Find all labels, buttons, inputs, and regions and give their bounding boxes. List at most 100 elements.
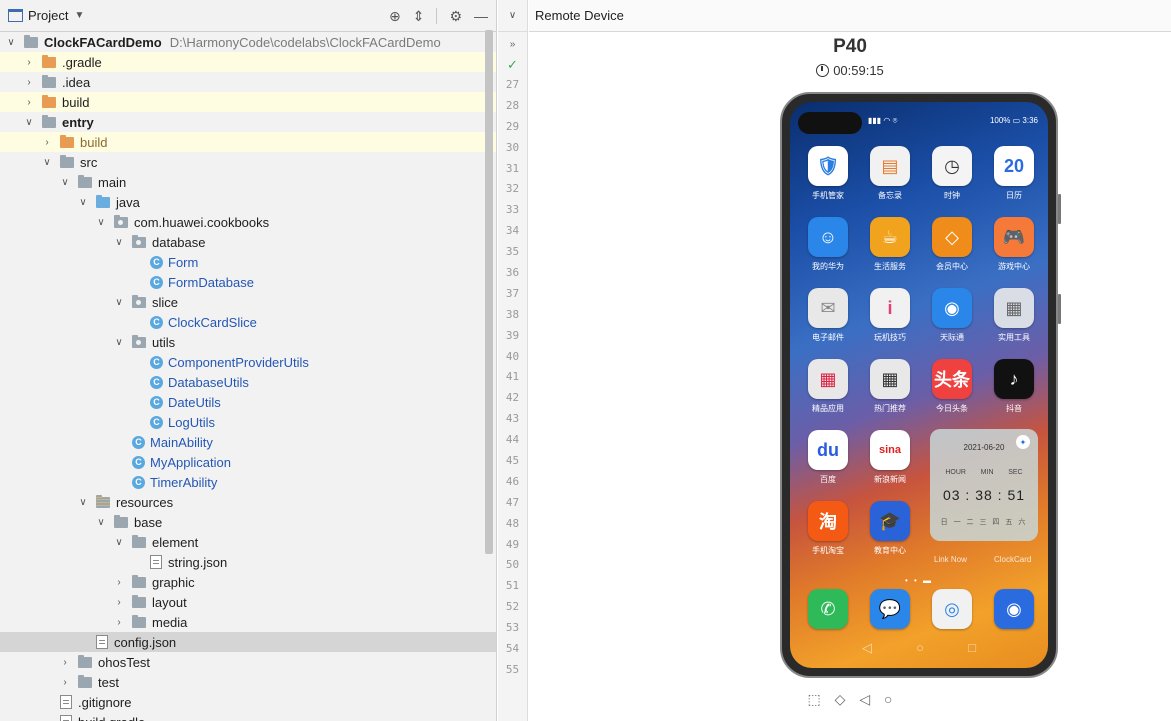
- screenshot-icon[interactable]: ⬚: [808, 691, 821, 707]
- tree-row[interactable]: › build: [0, 92, 496, 112]
- scrollbar[interactable]: [485, 30, 493, 554]
- app-icon[interactable]: du 百度: [804, 430, 852, 485]
- app-icon[interactable]: ♪ 抖音: [990, 359, 1038, 414]
- dock-app-icon[interactable]: ◉: [990, 589, 1038, 629]
- chevron-down-icon[interactable]: ∨: [94, 217, 108, 228]
- tree-row[interactable]: › test: [0, 672, 496, 692]
- app-icon[interactable]: ▦ 精品应用: [804, 359, 852, 414]
- tree-row[interactable]: ∨ utils: [0, 332, 496, 352]
- app-icon[interactable]: 🎓 教育中心: [866, 501, 914, 556]
- tree-label: media: [152, 614, 188, 630]
- remote-device-header: Remote Device: [529, 0, 1171, 32]
- app-icon[interactable]: 淘手机淘宝: [804, 501, 852, 556]
- tree-row[interactable]: config.json: [0, 632, 496, 652]
- tree-row[interactable]: ∨ src: [0, 152, 496, 172]
- chevron-down-icon[interactable]: ∨: [4, 37, 18, 48]
- tree-row[interactable]: ∨ database: [0, 232, 496, 252]
- tree-row[interactable]: ∨ slice: [0, 292, 496, 312]
- tree-row[interactable]: › build: [0, 132, 496, 152]
- tree-row[interactable]: C TimerAbility: [0, 472, 496, 492]
- back-icon[interactable]: ◁: [862, 640, 872, 656]
- tree-row[interactable]: ∨ ClockFACardDemo D:\HarmonyCode\codelabs\…: [0, 32, 496, 52]
- chevron-down-icon[interactable]: ∨: [22, 117, 36, 128]
- tree-row[interactable]: C LogUtils: [0, 412, 496, 432]
- tree-row[interactable]: C MyApplication: [0, 452, 496, 472]
- tree-row[interactable]: › .idea: [0, 72, 496, 92]
- app-icon[interactable]: ☺ 我的华为: [804, 217, 852, 272]
- home-icon[interactable]: ○: [884, 691, 892, 707]
- tree-row[interactable]: C DateUtils: [0, 392, 496, 412]
- tree-row[interactable]: C DatabaseUtils: [0, 372, 496, 392]
- recents-icon[interactable]: □: [968, 640, 976, 656]
- tree-row[interactable]: C Form: [0, 252, 496, 272]
- chevron-down-icon[interactable]: ∨: [76, 497, 90, 508]
- home-icon[interactable]: ○: [916, 640, 924, 656]
- tree-row[interactable]: C FormDatabase: [0, 272, 496, 292]
- tree-row[interactable]: ∨ resources: [0, 492, 496, 512]
- chevron-down-icon[interactable]: ∨: [40, 157, 54, 168]
- locate-icon[interactable]: ⊕: [389, 8, 401, 25]
- tree-row[interactable]: C MainAbility: [0, 432, 496, 452]
- tree-row[interactable]: › .gradle: [0, 52, 496, 72]
- gear-icon[interactable]: ⚙: [449, 8, 462, 25]
- app-icon[interactable]: i 玩机技巧: [866, 288, 914, 343]
- tree-row[interactable]: › layout: [0, 592, 496, 612]
- dock-app-icon[interactable]: 💬: [866, 589, 914, 629]
- chevron-right-icon[interactable]: ›: [112, 597, 126, 608]
- app-icon[interactable]: sina 新浪新闻: [866, 430, 914, 485]
- chevron-right-icon[interactable]: ›: [58, 677, 72, 688]
- chevron-right-icon[interactable]: ›: [58, 657, 72, 668]
- chevron-right-icon[interactable]: ›: [22, 57, 36, 68]
- chevron-down-icon[interactable]: ∨: [112, 537, 126, 548]
- chevron-down-icon[interactable]: ∨: [498, 0, 527, 32]
- app-icon[interactable]: ◉ 天际通: [928, 288, 976, 343]
- chevron-right-icon[interactable]: ›: [112, 617, 126, 628]
- tree-row[interactable]: › media: [0, 612, 496, 632]
- chevron-down-icon[interactable]: ∨: [76, 197, 90, 208]
- app-icon[interactable]: ▦ 实用工具: [990, 288, 1038, 343]
- collapse-icon[interactable]: ⇕: [413, 8, 425, 25]
- app-icon[interactable]: ☕ 生活服务: [866, 217, 914, 272]
- app-icon[interactable]: 🛡 手机管家: [804, 146, 852, 201]
- tree-row[interactable]: C ClockCardSlice: [0, 312, 496, 332]
- tree-row[interactable]: ∨ entry: [0, 112, 496, 132]
- tree-row[interactable]: ∨ main: [0, 172, 496, 192]
- tree-row[interactable]: C ComponentProviderUtils: [0, 352, 496, 372]
- rotate-icon[interactable]: ◇: [835, 691, 846, 707]
- app-icon[interactable]: 20 日历: [990, 146, 1038, 201]
- app-icon[interactable]: 🎮 游戏中心: [990, 217, 1038, 272]
- expand-icon[interactable]: »: [498, 32, 527, 57]
- minimize-icon[interactable]: —: [474, 8, 488, 24]
- app-icon[interactable]: 头条 今日头条: [928, 359, 976, 414]
- tree-row[interactable]: string.json: [0, 552, 496, 572]
- tree-row[interactable]: ∨ java: [0, 192, 496, 212]
- app-icon[interactable]: ◇ 会员中心: [928, 217, 976, 272]
- chevron-down-icon[interactable]: ∨: [58, 177, 72, 188]
- app-icon[interactable]: ▦ 热门推荐: [866, 359, 914, 414]
- app-icon[interactable]: ◷ 时钟: [928, 146, 976, 201]
- chevron-right-icon[interactable]: ›: [22, 97, 36, 108]
- clock-card-widget[interactable]: ✦ 2021-06-20 HOUR MIN SEC 03 : 38 : 51 日…: [930, 429, 1038, 541]
- dock-app-icon[interactable]: ✆: [804, 589, 852, 629]
- chevron-down-icon[interactable]: ∨: [112, 337, 126, 348]
- tree-row[interactable]: ∨ element: [0, 532, 496, 552]
- back-icon[interactable]: ◁: [859, 691, 870, 707]
- tree-row[interactable]: › graphic: [0, 572, 496, 592]
- chevron-down-icon[interactable]: ▼: [74, 10, 84, 21]
- chevron-right-icon[interactable]: ›: [22, 77, 36, 88]
- chevron-down-icon[interactable]: ∨: [112, 297, 126, 308]
- tree-row[interactable]: .gitignore: [0, 692, 496, 712]
- tree-row[interactable]: ∨ com.huawei.cookbooks: [0, 212, 496, 232]
- chevron-right-icon[interactable]: ›: [112, 577, 126, 588]
- dock-app-icon[interactable]: ◎: [928, 589, 976, 629]
- chevron-down-icon[interactable]: ∨: [94, 517, 108, 528]
- tree-row[interactable]: › ohosTest: [0, 652, 496, 672]
- project-title[interactable]: Project: [28, 8, 68, 23]
- app-icon[interactable]: ✉ 电子邮件: [804, 288, 852, 343]
- app-icon[interactable]: ▤ 备忘录: [866, 146, 914, 201]
- chevron-down-icon[interactable]: ∨: [112, 237, 126, 248]
- device-screen[interactable]: ▮▮▮ ◠ ⌾ 100% ▭ 3:36 🛡 手机管家 ▤ 备忘录 ◷ 时钟 20 日历 ☺ 我的华…: [790, 102, 1048, 668]
- tree-row[interactable]: build.gradle: [0, 712, 496, 721]
- tree-row[interactable]: ∨ base: [0, 512, 496, 532]
- chevron-right-icon[interactable]: ›: [40, 137, 54, 148]
